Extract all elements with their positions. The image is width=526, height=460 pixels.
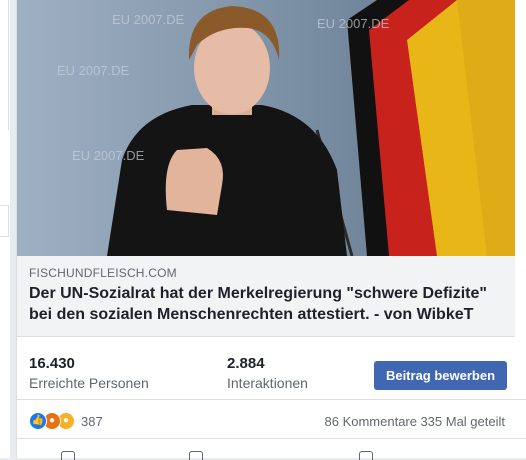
svg-text:EU 2007.DE: EU 2007.DE <box>57 63 130 78</box>
action-bar <box>17 438 526 460</box>
reach-stat: 16.430 Erreichte Personen <box>29 355 149 391</box>
reaction-count: 387 <box>81 413 103 429</box>
left-card-edge-small <box>0 205 9 237</box>
social-summary: 👍 ● ● 387 86 Kommentare 335 Mal geteilt <box>17 400 526 438</box>
svg-text:EU 2007.DE: EU 2007.DE <box>317 16 390 31</box>
engagement-value: 2.884 <box>227 355 265 372</box>
left-card-edge <box>0 0 9 130</box>
comments-count[interactable]: 86 Kommentare <box>325 414 418 429</box>
like-icon: 👍 <box>29 412 47 430</box>
link-preview-image[interactable]: EU 2007.DE EU 2007.DE EU 2007.DE EU 2007… <box>17 0 515 256</box>
boost-post-button[interactable]: Beitrag bewerben <box>374 361 507 390</box>
post-insights: 16.430 Erreichte Personen 2.884 Interakt… <box>17 337 526 400</box>
comment-action-icon[interactable] <box>189 451 203 460</box>
shares-count[interactable]: 335 Mal geteilt <box>420 414 505 429</box>
reach-label: Erreichte Personen <box>29 375 149 391</box>
left-column-edge <box>0 0 10 458</box>
reactions-summary[interactable]: 👍 ● ● 387 <box>29 412 103 430</box>
svg-text:EU 2007.DE: EU 2007.DE <box>112 12 185 27</box>
link-domain: FISCHUNDFLEISCH.COM <box>29 266 177 280</box>
svg-text:EU 2007.DE: EU 2007.DE <box>72 148 145 163</box>
reach-value: 16.430 <box>29 355 75 372</box>
share-action-icon[interactable] <box>359 451 373 460</box>
post-card: EU 2007.DE EU 2007.DE EU 2007.DE EU 2007… <box>16 0 526 460</box>
engagement-stat: 2.884 Interaktionen <box>227 355 308 391</box>
engagement-label: Interaktionen <box>227 375 308 391</box>
like-action-icon[interactable] <box>61 451 75 460</box>
link-preview-text[interactable]: FISCHUNDFLEISCH.COM Der UN-Sozialrat hat… <box>17 256 515 337</box>
link-headline[interactable]: Der UN-Sozialrat hat der Merkelregierung… <box>29 283 509 325</box>
